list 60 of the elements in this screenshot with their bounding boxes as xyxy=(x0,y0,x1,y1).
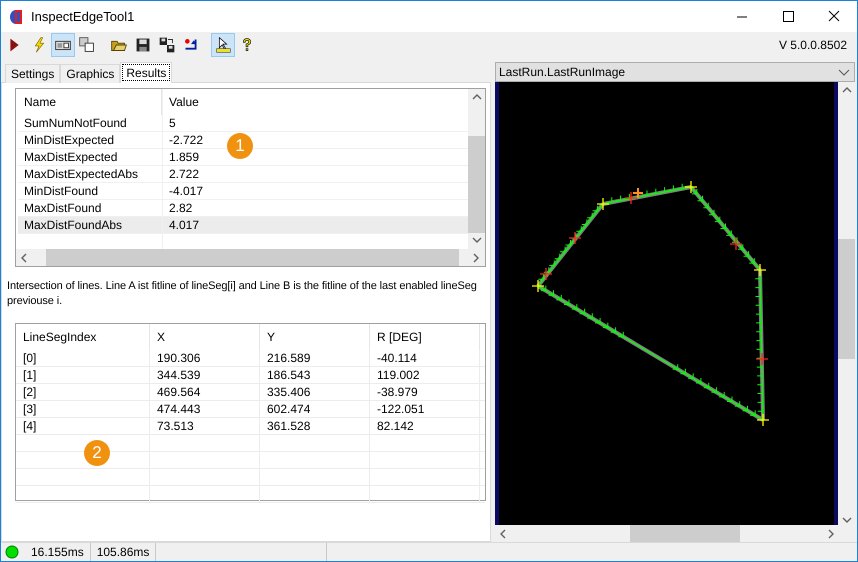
table-cell: 82.142 xyxy=(370,418,480,434)
timing-label: 105.86ms xyxy=(90,543,156,561)
description-text: Intersection of lines. Line A ist fitline of lineSeg[i] and Line B is the fitline of the last enabled lineSeg previouse i. xyxy=(7,279,478,309)
table-cell: 335.406 xyxy=(260,384,370,400)
table-cell: -38.979 xyxy=(370,384,480,400)
table-cell: 119.002 xyxy=(370,367,480,383)
panel-icon[interactable] xyxy=(51,33,75,57)
table-cell: 73.513 xyxy=(150,418,260,434)
table-cell-text: MinDistExpected xyxy=(23,133,116,147)
scroll-left-icon[interactable] xyxy=(498,528,508,538)
scrollbar-thumb[interactable] xyxy=(468,136,485,233)
table-cell-text: SumNumNotFound xyxy=(23,116,128,130)
window-title: InspectEdgeTool1 xyxy=(31,9,134,24)
table-cell-text: MinDistFound xyxy=(23,184,100,198)
table-cell: 190.306 xyxy=(150,350,260,366)
table-row[interactable]: MaxDistFoundAbs 4.017 xyxy=(18,217,468,234)
column-header[interactable]: X xyxy=(150,324,260,350)
pointer-icon[interactable] xyxy=(211,33,235,57)
table-cell: [4] xyxy=(16,418,150,434)
scrollbar-thumb[interactable] xyxy=(838,239,855,359)
version-label: V 5.0.0.8502 xyxy=(778,38,847,52)
scroll-down-icon[interactable] xyxy=(472,236,482,246)
scrollbar-thumb[interactable] xyxy=(630,525,740,542)
table-cell-text: MaxDistExpected xyxy=(23,150,118,164)
table-cell: -40.114 xyxy=(370,350,480,366)
column-header[interactable]: LineSegIndex xyxy=(16,324,150,350)
table-cell-text: MaxDistFound xyxy=(23,201,102,215)
table-cell: [0] xyxy=(16,350,150,366)
scroll-right-icon[interactable] xyxy=(472,252,482,262)
table-cell-text: MaxDistFoundAbs xyxy=(23,218,124,232)
table-cell: 361.528 xyxy=(260,418,370,434)
table-cell: 344.539 xyxy=(150,367,260,383)
app-icon xyxy=(9,8,25,24)
scroll-down-icon[interactable] xyxy=(842,516,852,526)
column-header[interactable]: R [DEG] xyxy=(370,324,480,350)
tab[interactable]: Results xyxy=(120,62,172,83)
table-cell: 186.543 xyxy=(260,367,370,383)
table-cell: 216.589 xyxy=(260,350,370,366)
scrollbar-thumb[interactable] xyxy=(46,249,459,266)
table-row[interactable]: MinDistFound -4.017 xyxy=(18,183,468,200)
table-cell: 602.474 xyxy=(260,401,370,417)
table-cell: -122.051 xyxy=(370,401,480,417)
table-cell: [2] xyxy=(16,384,150,400)
tab[interactable]: Graphics xyxy=(60,64,120,83)
table-cell: 469.564 xyxy=(150,384,260,400)
tab[interactable]: Settings xyxy=(5,64,60,83)
status-indicator-icon xyxy=(5,545,19,559)
timing-label: 16.155ms xyxy=(25,543,91,561)
dropdown-caret-icon[interactable] xyxy=(838,67,850,77)
table-cell-text: MaxDistExpectedAbs xyxy=(23,167,140,181)
column-header[interactable]: Y xyxy=(260,324,370,350)
table-row[interactable]: SumNumNotFound 5 xyxy=(18,115,468,132)
table-row[interactable]: MaxDistExpectedAbs 2.722 xyxy=(18,166,468,183)
table-cell: [1] xyxy=(16,367,150,383)
column-header[interactable]: Name xyxy=(18,89,162,115)
image-source-dropdown[interactable]: LastRun.LastRunImage xyxy=(495,62,855,82)
table-cell: [3] xyxy=(16,401,150,417)
scroll-right-icon[interactable] xyxy=(826,528,836,538)
scroll-left-icon[interactable] xyxy=(20,252,30,262)
table-cell: 474.443 xyxy=(150,401,260,417)
